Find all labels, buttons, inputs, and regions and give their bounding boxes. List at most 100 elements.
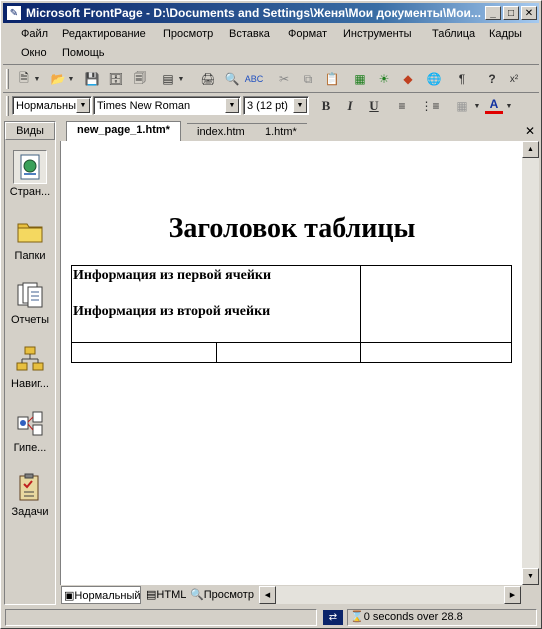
new-dropdown-icon[interactable]: ▼	[33, 70, 41, 88]
new-page-icon[interactable]: 🗎	[15, 70, 33, 88]
publish-icon[interactable]: 🗄	[107, 70, 125, 88]
close-icon[interactable]: ✕	[525, 124, 535, 138]
preview-icon[interactable]: 🔍	[223, 70, 241, 88]
insert-component-icon[interactable]: ▦	[351, 70, 369, 88]
view-folders[interactable]: Папки	[5, 210, 55, 270]
menu-table[interactable]: Таблица	[426, 26, 481, 42]
size-select[interactable]: 3 (12 pt) ▼	[243, 96, 309, 115]
view-page[interactable]: Стран...	[5, 146, 55, 206]
tab-preview[interactable]: 🔍Просмотр	[188, 586, 258, 604]
status-indicator-icon: ⇄	[323, 610, 343, 625]
insert-picture-icon[interactable]: ☀	[375, 70, 393, 88]
view-label: Навиг...	[11, 378, 49, 390]
menu-view[interactable]: Просмотр	[157, 26, 219, 42]
table-cell[interactable]	[360, 342, 512, 363]
drawing-icon[interactable]: ◆	[399, 70, 417, 88]
maximize-button[interactable]: □	[503, 6, 519, 20]
normal-view-icon: ▣	[64, 590, 75, 602]
views-bar: Виды Стран... Папки Отчеты Навиг... Гипе…	[4, 121, 56, 605]
view-label: Стран...	[9, 186, 51, 198]
standard-toolbar: 🗎 ▼ 📂 ▼ 💾 🗄 🗐 ▤ ▼ 🖨 🔍 ABC ✂ ⧉ 📋 ▦ ☀ ◆ 🌐 …	[3, 67, 539, 93]
align-center-icon[interactable]: ≡	[393, 97, 411, 115]
cut-icon[interactable]: ✂	[275, 70, 293, 88]
view-reports[interactable]: Отчеты	[5, 274, 55, 334]
title-bar[interactable]: ✎ Microsoft FrontPage - D:\Documents and…	[3, 3, 539, 23]
tab-label: Нормальный	[74, 590, 141, 602]
view-label: Папки	[14, 250, 46, 262]
view-label: Задачи	[11, 506, 49, 518]
cell-spacer	[73, 284, 359, 304]
vertical-scrollbar[interactable]: ▲ ▼	[522, 141, 539, 585]
tab-label: HTML	[156, 589, 187, 601]
bullets-icon[interactable]: ⋮≡	[421, 97, 440, 115]
view-tasks[interactable]: Задачи	[5, 466, 55, 526]
font-color-icon[interactable]: A	[485, 97, 503, 114]
views-header: Виды	[5, 122, 55, 140]
tab-html[interactable]: ▤HTML	[144, 586, 188, 604]
bold-icon[interactable]: B	[317, 97, 335, 115]
chevron-down-icon[interactable]: ▼	[293, 98, 307, 113]
print-icon[interactable]: 🖨	[199, 70, 217, 88]
table-cell[interactable]	[215, 342, 362, 363]
menu-file[interactable]: Файл	[15, 26, 54, 42]
scroll-down-icon[interactable]: ▼	[522, 568, 539, 585]
open-icon[interactable]: 📂	[49, 70, 67, 88]
paste-icon[interactable]: 📋	[323, 70, 341, 88]
underline-icon[interactable]: U	[365, 97, 383, 115]
tab-normal[interactable]: ▣Нормальный	[61, 586, 141, 604]
scroll-right-icon[interactable]: ▶	[504, 586, 521, 604]
font-color-dropdown-icon[interactable]: ▼	[505, 97, 513, 115]
menu-tools[interactable]: Инструменты	[337, 26, 418, 42]
italic-icon[interactable]: I	[341, 97, 359, 115]
page-view-icon	[13, 150, 47, 184]
superscript-icon[interactable]: x²	[505, 70, 523, 88]
view-navigation[interactable]: Навиг...	[5, 338, 55, 398]
download-time-text: 0 seconds over 28.8	[363, 611, 463, 623]
scroll-up-icon[interactable]: ▲	[522, 141, 539, 158]
size-value: 3 (12 pt)	[247, 99, 288, 112]
table-cell[interactable]	[71, 342, 217, 363]
menu-insert[interactable]: Вставка	[223, 26, 276, 42]
toolbar-grip	[6, 69, 9, 89]
help-icon[interactable]: ?	[483, 70, 501, 88]
views-dropdown-icon[interactable]: ▼	[177, 70, 185, 88]
window-title: Microsoft FrontPage - D:\Documents and S…	[26, 6, 481, 20]
folder-list-icon[interactable]: 🗐	[131, 70, 149, 88]
close-button[interactable]: ✕	[521, 6, 537, 20]
open-dropdown-icon[interactable]: ▼	[67, 70, 75, 88]
borders-dropdown-icon[interactable]: ▼	[473, 97, 481, 115]
view-hyperlinks[interactable]: Гипе...	[5, 402, 55, 462]
horizontal-scrollbar[interactable]: ◀ ▶	[259, 586, 521, 604]
show-all-icon[interactable]: ¶	[453, 70, 471, 88]
minimize-button[interactable]: _	[485, 6, 501, 20]
page-editor[interactable]: Заголовок таблицы Информация из первой я…	[60, 141, 522, 585]
table-cell[interactable]: Информация из первой ячейки Информация и…	[70, 265, 362, 343]
menu-bar: Файл Редактирование Просмотр Вставка Фор…	[3, 25, 539, 63]
tab-new-page[interactable]: new_page_1.htm*	[66, 121, 181, 142]
style-select[interactable]: Нормальный ▼	[12, 96, 92, 115]
font-select[interactable]: Times New Roman ▼	[93, 96, 241, 115]
tab-1-htm[interactable]: 1.htm*	[255, 123, 307, 141]
menu-help[interactable]: Помощь	[56, 45, 111, 61]
document-table[interactable]: Информация из первой ячейки Информация и…	[70, 265, 512, 363]
views-bar-icon[interactable]: ▤	[159, 70, 177, 88]
scroll-left-icon[interactable]: ◀	[259, 586, 276, 604]
chevron-down-icon[interactable]: ▼	[225, 98, 239, 113]
preview-view-icon: 🔍	[190, 589, 204, 601]
table-cell[interactable]	[360, 265, 512, 343]
copy-icon[interactable]: ⧉	[299, 70, 317, 88]
cell-text: Информация из второй ячейки	[73, 304, 271, 319]
menu-edit[interactable]: Редактирование	[56, 26, 152, 42]
spelling-icon[interactable]: ABC	[245, 70, 264, 88]
save-icon[interactable]: 💾	[83, 70, 101, 88]
tab-index[interactable]: index.htm	[187, 123, 255, 141]
menu-window[interactable]: Окно	[15, 45, 53, 61]
chevron-down-icon[interactable]: ▼	[76, 98, 90, 113]
borders-icon[interactable]: ▦	[453, 97, 471, 115]
view-label: Отчеты	[10, 314, 50, 326]
status-bar: ⇄ ⌛0 seconds over 28.8	[3, 607, 539, 627]
menu-format[interactable]: Формат	[282, 26, 333, 42]
menu-frames[interactable]: Кадры	[483, 26, 528, 42]
hyperlink-icon[interactable]: 🌐	[425, 70, 443, 88]
toolbar-grip	[6, 96, 9, 116]
